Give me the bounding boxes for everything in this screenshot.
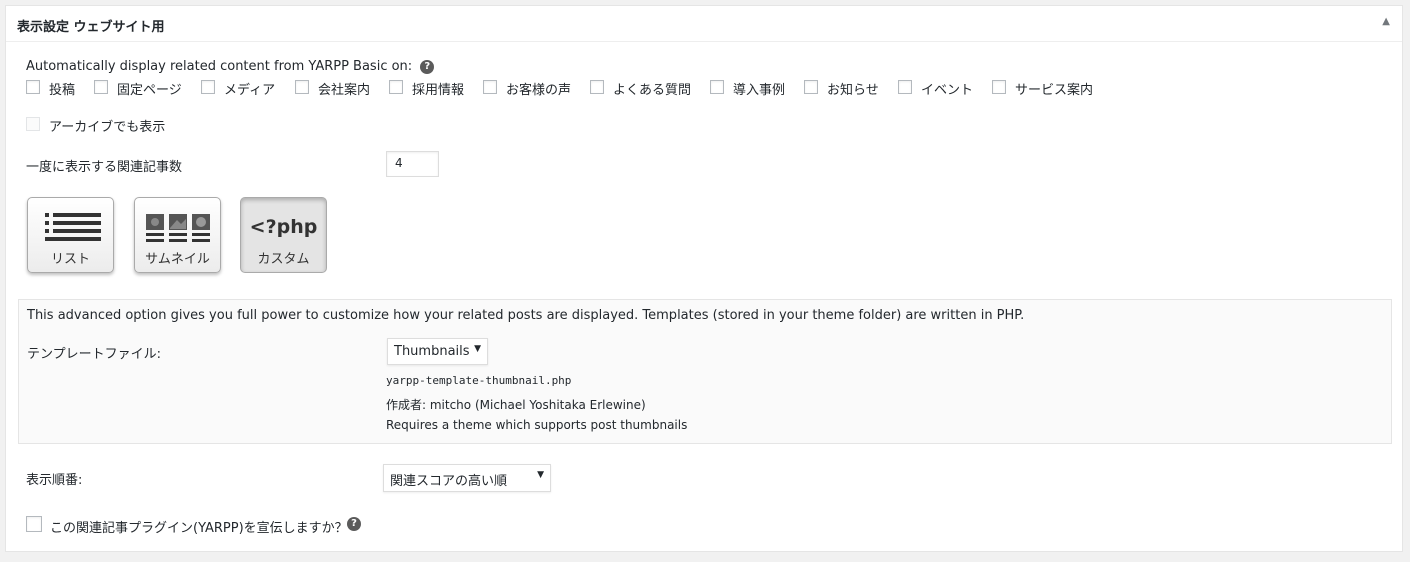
post-type-label: よくある質問	[613, 83, 692, 98]
promote-label: この関連記事プラグイン(YARPP)を宣伝しますか？	[50, 521, 348, 536]
template-custom-label: カスタム	[257, 252, 310, 267]
archive-label: アーカイブでも表示	[49, 120, 166, 135]
collapse-arrow-icon[interactable]: ▲	[1382, 16, 1390, 27]
post-type-label: お知らせ	[827, 83, 879, 98]
template-file-value: Thumbnails	[394, 344, 470, 359]
archive-checkbox[interactable]	[26, 117, 40, 131]
promote-checkbox[interactable]	[26, 516, 42, 532]
template-file-name: yarpp-template-thumbnail.php	[386, 374, 572, 387]
panel-title: 表示設定 ウェブサイト用	[17, 20, 165, 35]
post-type-label: 導入事例	[733, 83, 786, 98]
checkbox-post-type-8[interactable]	[804, 80, 818, 94]
thumbnails-icon	[146, 214, 210, 242]
template-list-button[interactable]: リスト	[27, 197, 114, 273]
post-type-label: サービス案内	[1015, 83, 1094, 98]
limit-label: 一度に表示する関連記事数	[26, 160, 183, 175]
post-type-label: イベント	[921, 83, 974, 98]
php-icon: <?php	[249, 216, 318, 238]
post-type-label: 会社案内	[318, 83, 371, 98]
order-value: 関連スコアの高い順	[390, 474, 508, 489]
post-type-label: メディア	[224, 83, 276, 98]
template-thumbnails-label: サムネイル	[145, 252, 210, 267]
checkbox-post-type-10[interactable]	[992, 80, 1006, 94]
chevron-down-icon: ▼	[537, 470, 544, 480]
template-custom-button[interactable]: <?php カスタム	[240, 197, 327, 273]
checkbox-post-type-4[interactable]	[389, 80, 403, 94]
limit-input[interactable]: 4	[386, 151, 439, 177]
post-type-label: 固定ページ	[117, 83, 182, 98]
template-author: 作成者: mitcho (Michael Yoshitaka Erlewine)	[386, 398, 646, 412]
auto-display-row: Automatically display related content fr…	[26, 59, 435, 74]
template-file-select[interactable]: Thumbnails ▼	[387, 338, 488, 365]
checkbox-post-type-3[interactable]	[295, 80, 309, 94]
checkbox-post-type-2[interactable]	[201, 80, 215, 94]
help-icon[interactable]: ?	[420, 60, 435, 74]
checkbox-post-type-1[interactable]	[94, 80, 108, 94]
post-type-label: 採用情報	[412, 83, 465, 98]
template-thumbnails-button[interactable]: サムネイル	[134, 197, 221, 273]
post-type-label: お客様の声	[506, 83, 572, 98]
checkbox-post-type-5[interactable]	[483, 80, 497, 94]
display-settings-panel: 表示設定 ウェブサイト用 ▲ Automatically display rel…	[5, 5, 1403, 552]
template-list-label: リスト	[50, 252, 90, 267]
order-select[interactable]: 関連スコアの高い順 ▼	[383, 464, 551, 492]
auto-display-label: Automatically display related content fr…	[26, 59, 413, 74]
list-icon	[45, 213, 101, 241]
template-requirement: Requires a theme which supports post thu…	[386, 418, 688, 432]
checkbox-post-type-6[interactable]	[590, 80, 604, 94]
template-file-label: テンプレートファイル:	[27, 347, 161, 362]
custom-description: This advanced option gives you full powe…	[27, 308, 1025, 323]
custom-template-box: This advanced option gives you full powe…	[18, 299, 1392, 444]
checkbox-post-type-0[interactable]	[26, 80, 40, 94]
post-type-label: 投稿	[49, 83, 76, 98]
help-icon[interactable]: ?	[347, 517, 361, 531]
panel-header[interactable]: 表示設定 ウェブサイト用 ▲	[6, 6, 1402, 42]
checkbox-post-type-7[interactable]	[710, 80, 724, 94]
chevron-down-icon: ▼	[474, 344, 481, 354]
order-label: 表示順番:	[26, 473, 83, 488]
checkbox-post-type-9[interactable]	[898, 80, 912, 94]
